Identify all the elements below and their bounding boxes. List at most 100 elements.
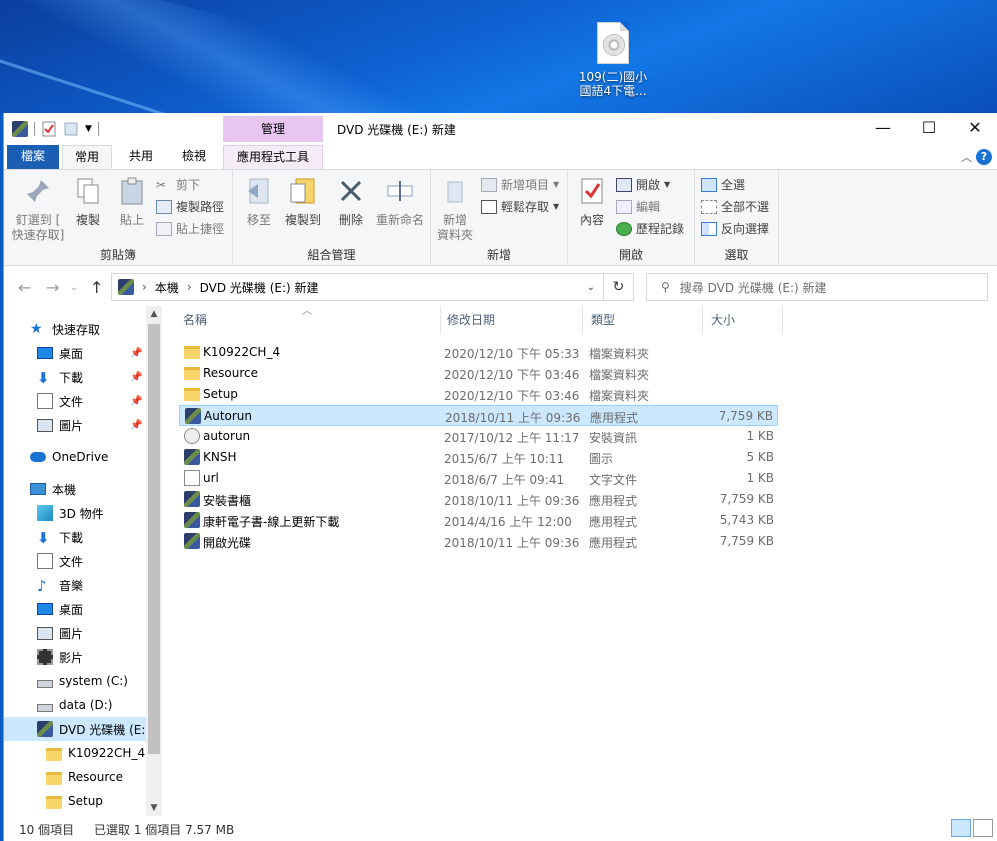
qa-dropdown-icon[interactable]: ▼	[85, 124, 92, 134]
nav-pc-pictures[interactable]: 圖片	[4, 621, 146, 645]
nav-downloads[interactable]: ⬇ 下載 📌	[4, 365, 146, 389]
pin-icon[interactable]: 📌	[130, 420, 142, 431]
maximize-button[interactable]: ☐	[906, 113, 952, 143]
nav-videos[interactable]: 影片	[4, 645, 146, 669]
cell-type: 應用程式	[589, 494, 638, 508]
column-name-header[interactable]: 名稱	[183, 306, 207, 334]
star-icon: ★	[30, 321, 43, 337]
table-row[interactable]: KNSH 2015/6/7 上午 10:11 圖示 5 KB	[179, 447, 778, 468]
invert-selection-button[interactable]: 反向選擇	[701, 220, 769, 237]
back-arrow-icon[interactable]: ←	[18, 278, 31, 297]
nav-pictures[interactable]: 圖片 📌	[4, 413, 146, 437]
nav-onedrive[interactable]: OneDrive	[4, 445, 146, 469]
table-row[interactable]: Resource 2020/12/10 下午 03:46 檔案資料夾	[179, 363, 778, 384]
copy-button[interactable]: 複製	[70, 176, 106, 228]
paste-label: 貼上	[119, 213, 144, 227]
clipboard-group: 釘選到 [ 快速存取] 複製 貼上 ✂ 剪下 複製路徑 貼上捷徑 剪貼簿	[4, 170, 233, 266]
manage-context-tab[interactable]: 管理	[223, 116, 323, 142]
dvd-app-icon[interactable]	[12, 121, 28, 137]
easy-access-button[interactable]: 輕鬆存取 ▼	[481, 198, 559, 215]
table-row[interactable]: 開啟光碟 2018/10/11 上午 09:36 應用程式 7,759 KB	[179, 531, 778, 552]
table-row[interactable]: K10922CH_4 2020/12/10 下午 05:33 檔案資料夾	[179, 342, 778, 363]
scroll-down-icon[interactable]: ▼	[146, 803, 162, 813]
select-none-button[interactable]: 全部不選	[701, 198, 769, 215]
scroll-up-icon[interactable]: ▲	[146, 309, 162, 319]
edit-button[interactable]: 編輯	[616, 198, 660, 215]
table-row[interactable]: autorun 2017/10/12 上午 11:17 安裝資訊 1 KB	[179, 426, 778, 447]
download-arrow-icon: ⬇	[37, 529, 50, 547]
large-icons-view-icon[interactable]	[973, 819, 993, 837]
properties-check-icon[interactable]	[41, 121, 57, 137]
address-box[interactable]: › 本機 › DVD 光碟機 (E:) 新建 ⌄	[111, 273, 604, 301]
pin-quick-access-button[interactable]: 釘選到 [ 快速存取]	[10, 176, 66, 243]
delete-button[interactable]: 刪除	[333, 176, 369, 228]
column-type-header[interactable]: 類型	[591, 306, 615, 334]
paste-button[interactable]: 貼上	[114, 176, 150, 228]
copy-to-button[interactable]: 複製到	[281, 176, 325, 228]
pin-icon[interactable]: 📌	[130, 396, 142, 407]
table-row[interactable]: 安裝書櫃 2018/10/11 上午 09:36 應用程式 7,759 KB	[179, 489, 778, 510]
nav-desktop[interactable]: 桌面 📌	[4, 341, 146, 365]
column-size-header[interactable]: 大小	[711, 306, 735, 334]
nav-music[interactable]: ♪ 音樂	[4, 573, 146, 597]
nav-folder-k10922[interactable]: K10922CH_4	[4, 741, 146, 765]
nav-drive-e[interactable]: DVD 光碟機 (E:)	[4, 717, 150, 741]
new-item-icon	[481, 177, 497, 192]
breadcrumb-this-pc[interactable]: 本機	[155, 279, 179, 296]
breadcrumb-dvd[interactable]: DVD 光碟機 (E:) 新建	[200, 279, 319, 296]
tab-share[interactable]: 共用	[116, 145, 166, 169]
tab-view[interactable]: 檢視	[169, 145, 219, 169]
nav-drive-c[interactable]: system (C:)	[4, 669, 146, 693]
pin-icon[interactable]: 📌	[130, 372, 142, 383]
move-to-button[interactable]: 移至	[241, 176, 277, 228]
nav-this-pc[interactable]: 本機	[4, 477, 146, 501]
nav-folder-setup[interactable]: Setup	[4, 789, 146, 813]
close-button[interactable]: ✕	[952, 113, 997, 143]
select-all-button[interactable]: 全選	[701, 176, 745, 193]
nav-folder-resource[interactable]: Resource	[4, 765, 146, 789]
new-item-button[interactable]: 新增項目 ▼	[481, 176, 559, 193]
tab-app-tools[interactable]: 應用程式工具	[223, 145, 323, 169]
text-file-icon	[184, 470, 200, 486]
address-dropdown-icon[interactable]: ⌄	[587, 282, 595, 293]
nav-drive-d[interactable]: data (D:)	[4, 693, 146, 717]
copy-to-label: 複製到	[284, 213, 321, 227]
folder-icon	[46, 747, 62, 761]
table-row[interactable]: 康軒電子書-線上更新下載 2014/4/16 上午 12:00 應用程式 5,743 …	[179, 510, 778, 531]
forward-arrow-icon[interactable]: →	[46, 278, 59, 297]
properties-button[interactable]: 內容	[574, 176, 610, 228]
new-folder-qa-icon[interactable]	[63, 121, 79, 137]
minimize-button[interactable]: —	[860, 113, 906, 143]
paste-shortcut-button[interactable]: 貼上捷徑	[156, 220, 224, 237]
nav-scrollbar[interactable]: ▲ ▼	[146, 306, 162, 816]
details-view-icon[interactable]	[951, 819, 971, 837]
new-folder-button[interactable]: 新增 資料夾	[435, 176, 475, 243]
table-row[interactable]: Setup 2020/12/10 下午 03:46 檔案資料夾	[179, 384, 778, 405]
copy-path-button[interactable]: 複製路徑	[156, 198, 224, 215]
table-row[interactable]: Autorun 2018/10/11 上午 09:36 應用程式 7,759 KB	[179, 405, 778, 426]
search-input[interactable]: ⚲ 搜尋 DVD 光碟機 (E:) 新建	[646, 273, 988, 301]
refresh-icon[interactable]: ↻	[604, 273, 634, 301]
pin-icon[interactable]: 📌	[130, 348, 142, 359]
up-arrow-icon[interactable]: ↑	[90, 278, 103, 297]
nav-quick-access[interactable]: ★ 快速存取	[4, 317, 146, 341]
nav-pc-desktop[interactable]: 桌面	[4, 597, 146, 621]
ribbon-collapse-icon[interactable]: ︿	[961, 149, 972, 165]
nav-pc-documents[interactable]: 文件	[4, 549, 146, 573]
nav-documents[interactable]: 文件 📌	[4, 389, 146, 413]
column-date-header[interactable]: 修改日期	[447, 306, 495, 334]
nav-scroll-thumb[interactable]	[148, 324, 160, 754]
nav-3d-objects[interactable]: 3D 物件	[4, 501, 146, 525]
desktop-icon-disc-image[interactable]: 109(二)國小 國語4下電...	[571, 22, 655, 98]
tab-home[interactable]: 常用	[62, 145, 112, 169]
table-row[interactable]: url 2018/6/7 上午 09:41 文字文件 1 KB	[179, 468, 778, 489]
cut-button[interactable]: ✂ 剪下	[156, 176, 200, 193]
history-button[interactable]: 歷程記錄	[616, 220, 684, 237]
rename-button[interactable]: 重新命名	[373, 176, 427, 228]
tab-file[interactable]: 檔案	[7, 145, 59, 169]
ribbon-tabs: 檔案 常用 共用 檢視 應用程式工具 ︿ ?	[4, 145, 997, 169]
recent-dropdown-icon[interactable]: ⌄	[70, 283, 78, 293]
open-button[interactable]: 開啟 ▼	[616, 176, 670, 193]
nav-pc-downloads[interactable]: ⬇ 下載	[4, 525, 146, 549]
help-icon[interactable]: ?	[976, 149, 992, 165]
